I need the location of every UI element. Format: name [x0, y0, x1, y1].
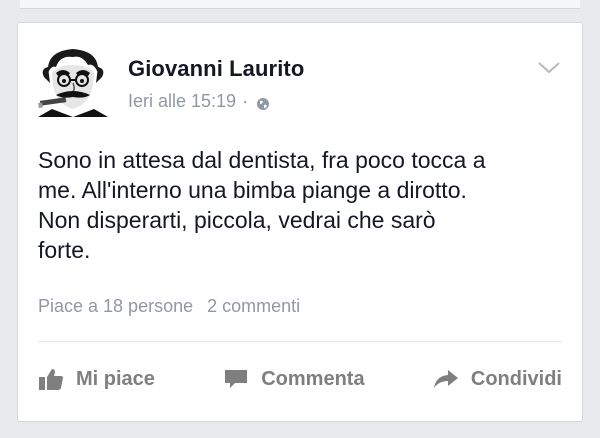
chevron-down-icon[interactable] — [536, 59, 562, 77]
share-button[interactable]: Condividi — [433, 367, 562, 391]
post-stats: Piace a 18 persone 2 commenti — [38, 296, 300, 317]
globe-icon[interactable] — [256, 95, 270, 110]
post-text-line: Non disperarti, piccola, vedrai che sarò — [38, 207, 436, 233]
avatar[interactable] — [38, 43, 108, 117]
comment-label: Commenta — [261, 367, 365, 390]
divider — [38, 341, 562, 342]
post-text: Sono in attesa dal dentista, fra poco to… — [38, 145, 568, 265]
post-timestamp[interactable]: Ieri alle 15:19 — [128, 91, 236, 112]
feed-top-strip — [0, 0, 600, 14]
meta-separator: · — [242, 91, 249, 111]
comment-button[interactable]: Commenta — [223, 367, 365, 391]
thumbs-up-icon — [39, 369, 63, 390]
post-text-line: me. All'interno una bimba piange a dirot… — [38, 177, 467, 203]
post-card: Giovanni Laurito Ieri alle 15:19 · Sono … — [17, 22, 583, 422]
likes-count-link[interactable]: Piace a 18 persone — [38, 296, 193, 317]
previous-post-edge — [20, 0, 580, 9]
avatar-image — [38, 43, 108, 117]
post-meta: Ieri alle 15:19 · — [128, 91, 270, 112]
post-text-line: Sono in attesa dal dentista, fra poco to… — [38, 147, 486, 173]
speech-bubble-icon — [225, 370, 248, 388]
post-text-line: forte. — [38, 237, 91, 263]
share-arrow-icon — [433, 370, 458, 388]
author-name[interactable]: Giovanni Laurito — [128, 56, 304, 82]
like-button[interactable]: Mi piace — [38, 367, 155, 391]
comments-count-link[interactable]: 2 commenti — [207, 296, 300, 317]
post-actions: Mi piace Commenta Condividi — [38, 359, 562, 399]
like-label: Mi piace — [76, 367, 155, 390]
share-label: Condividi — [470, 367, 562, 390]
